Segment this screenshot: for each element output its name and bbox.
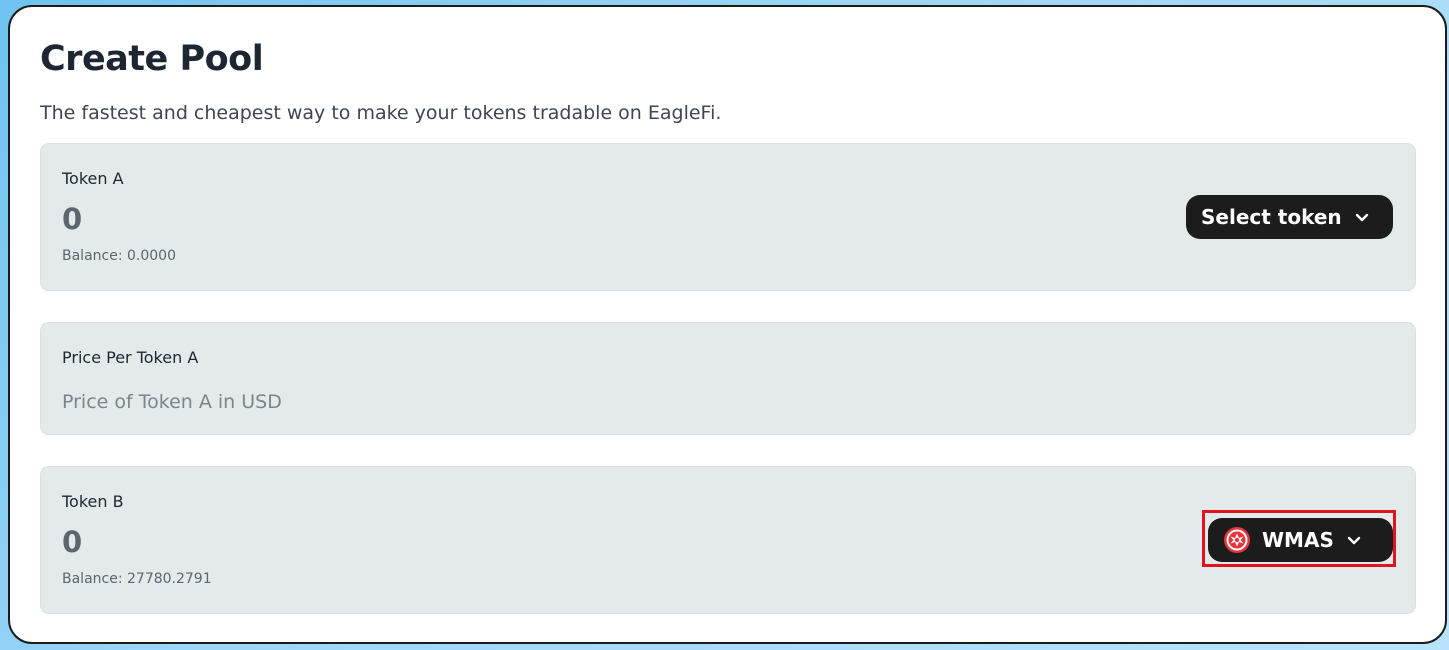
- token-a-panel: Token A 0 Balance: 0.0000 Select token: [40, 143, 1416, 291]
- select-token-label: Select token: [1201, 205, 1342, 229]
- wmas-token-label: WMAS: [1262, 528, 1334, 552]
- select-token-b-button[interactable]: WMAS: [1208, 518, 1393, 562]
- token-b-panel: Token B 0 Balance: 27780.2791 WMAS: [40, 466, 1416, 614]
- create-pool-card: Create Pool The fastest and cheapest way…: [8, 5, 1447, 644]
- token-a-label: Token A: [62, 169, 124, 188]
- price-input[interactable]: [62, 387, 662, 417]
- chevron-down-icon: [1354, 209, 1370, 225]
- select-token-a-button[interactable]: Select token: [1186, 195, 1393, 239]
- token-a-balance: Balance: 0.0000: [62, 248, 176, 264]
- token-b-balance: Balance: 27780.2791: [62, 571, 212, 587]
- price-per-token-label: Price Per Token A: [62, 348, 199, 367]
- token-b-amount-input[interactable]: 0: [62, 525, 82, 559]
- price-per-token-panel: Price Per Token A: [40, 322, 1416, 435]
- chevron-down-icon: [1346, 532, 1362, 548]
- wmas-token-icon: [1223, 526, 1251, 554]
- token-a-amount-input[interactable]: 0: [62, 202, 82, 236]
- page-title: Create Pool: [40, 39, 264, 79]
- token-b-label: Token B: [62, 492, 124, 511]
- page-subtitle: The fastest and cheapest way to make you…: [40, 102, 722, 124]
